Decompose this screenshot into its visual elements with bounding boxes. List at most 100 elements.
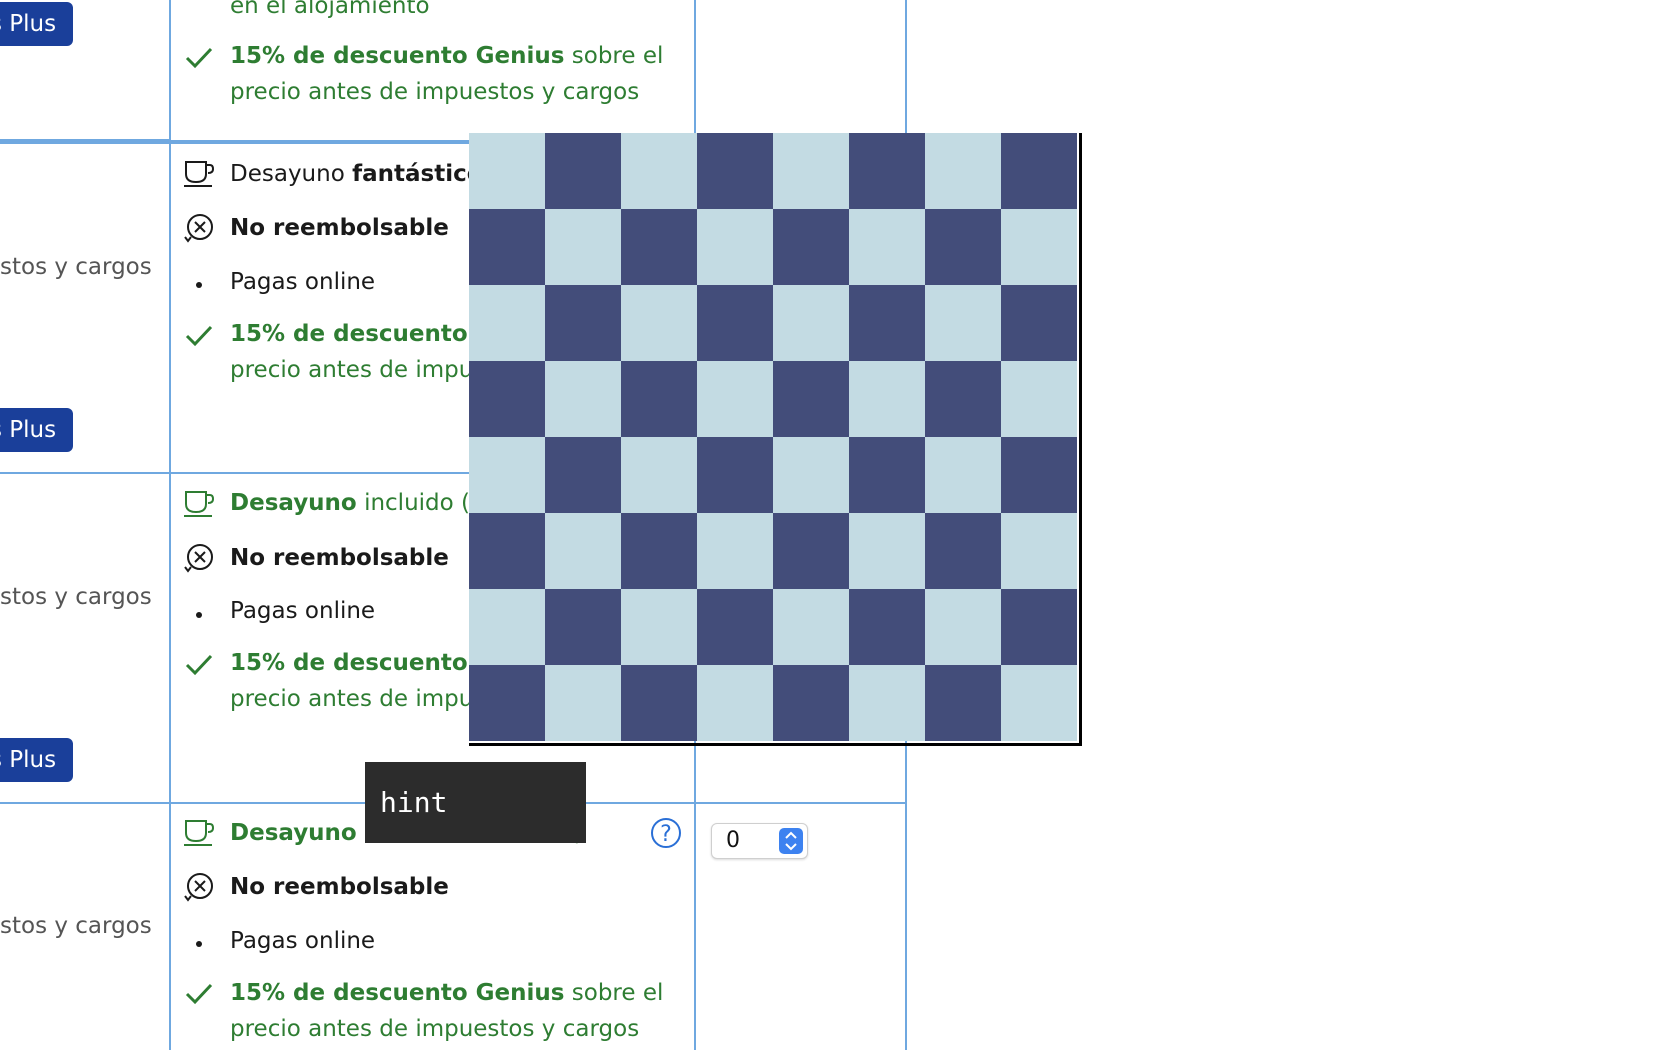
checker-square	[849, 285, 925, 361]
checker-square	[697, 437, 773, 513]
checker-square	[469, 589, 545, 665]
checker-square	[697, 361, 773, 437]
checker-square	[621, 437, 697, 513]
refund-x-icon	[184, 544, 213, 573]
checker-square	[925, 665, 1001, 741]
checker-square	[773, 589, 849, 665]
checker-square	[773, 133, 849, 209]
checker-square	[621, 285, 697, 361]
genius-discount-line2: precio antes de impuestos y cargos	[230, 79, 640, 105]
checker-square	[469, 209, 545, 285]
checker-square	[925, 513, 1001, 589]
price-note: stos y cargos	[0, 913, 152, 939]
genius-discount: 15% de descuento Genius sobre el	[230, 38, 663, 74]
genius-plus-button[interactable]: s Plus	[0, 408, 73, 452]
stepper-arrows-icon[interactable]	[779, 828, 803, 854]
genius-discount-line2: precio antes de impu	[230, 686, 474, 712]
genius-discount: 15% de descuento G	[230, 321, 495, 347]
genius-plus-button[interactable]: s Plus	[0, 2, 73, 46]
checker-square	[1001, 361, 1077, 437]
payment-text: Pagas online	[230, 598, 376, 624]
checker-square	[1001, 209, 1077, 285]
checker-square	[545, 437, 621, 513]
checker-square	[621, 133, 697, 209]
bullet	[196, 941, 202, 947]
help-icon[interactable]: ?	[651, 818, 681, 848]
checker-square	[849, 209, 925, 285]
genius-discount-line2: precio antes de impuestos y cargos	[230, 1016, 640, 1042]
checker-square	[545, 589, 621, 665]
genius-discount-bold: 15% de descuento Genius	[230, 43, 565, 69]
checker-square	[1001, 437, 1077, 513]
check-icon	[185, 654, 213, 676]
check-icon	[185, 983, 213, 1005]
checker-square	[621, 589, 697, 665]
checker-square	[621, 665, 697, 741]
checker-square	[545, 513, 621, 589]
checker-square	[1001, 589, 1077, 665]
checker-square	[925, 209, 1001, 285]
checker-square	[849, 665, 925, 741]
checker-square	[773, 665, 849, 741]
check-icon	[185, 47, 213, 69]
checker-square	[849, 437, 925, 513]
checker-square	[849, 361, 925, 437]
checker-square	[925, 285, 1001, 361]
refund-x-icon	[184, 214, 213, 243]
amenity-text: en el alojamiento	[230, 0, 430, 19]
breakfast-text: Desayuno incluido (F	[230, 490, 484, 516]
checker-square	[621, 209, 697, 285]
refund-policy: No reembolsable	[230, 215, 449, 241]
price-note: stos y cargos	[0, 254, 152, 280]
checker-square	[697, 589, 773, 665]
refund-policy: No reembolsable	[230, 874, 449, 900]
coffee-cup-icon	[184, 820, 215, 846]
checker-square	[925, 133, 1001, 209]
checker-square	[469, 437, 545, 513]
bullet	[196, 612, 202, 618]
checker-square	[925, 437, 1001, 513]
checker-square	[697, 665, 773, 741]
checker-square	[1001, 665, 1077, 741]
checker-square	[773, 285, 849, 361]
bullet	[196, 282, 202, 288]
checker-square	[849, 589, 925, 665]
checker-square	[545, 133, 621, 209]
checker-square	[469, 665, 545, 741]
coffee-cup-icon	[184, 491, 215, 517]
genius-discount-line2: precio antes de impu	[230, 357, 474, 383]
checker-square	[773, 513, 849, 589]
row-divider-selected	[0, 139, 170, 144]
checker-square	[545, 665, 621, 741]
price-note: stos y cargos	[0, 584, 152, 610]
refund-x-icon	[184, 873, 213, 902]
quantity-value: 0	[726, 828, 740, 853]
checker-square	[621, 361, 697, 437]
breakfast-text: Desayuno i	[230, 820, 370, 846]
checker-square	[925, 589, 1001, 665]
column-divider	[169, 0, 171, 1050]
checker-square	[545, 361, 621, 437]
checker-square	[773, 361, 849, 437]
coffee-cup-icon	[184, 161, 215, 187]
checker-square	[697, 133, 773, 209]
checker-square	[849, 133, 925, 209]
checker-square	[469, 133, 545, 209]
checker-square	[1001, 513, 1077, 589]
checker-square	[469, 513, 545, 589]
genius-discount: 15% de descuento Genius sobre el	[230, 980, 664, 1006]
checker-square	[469, 361, 545, 437]
checkerboard-overlay	[469, 133, 1082, 746]
genius-plus-button[interactable]: s Plus	[0, 738, 73, 782]
checker-square	[773, 437, 849, 513]
checker-square	[697, 285, 773, 361]
payment-text: Pagas online	[230, 928, 376, 954]
genius-discount: 15% de descuento G	[230, 650, 495, 676]
room-quantity-select[interactable]: 0	[711, 823, 808, 859]
hint-tooltip: hint	[365, 762, 586, 843]
checker-square	[469, 285, 545, 361]
genius-discount-rest: sobre el	[571, 43, 664, 69]
refund-policy: No reembolsable	[230, 545, 449, 571]
checker-square	[545, 209, 621, 285]
checker-square	[697, 209, 773, 285]
